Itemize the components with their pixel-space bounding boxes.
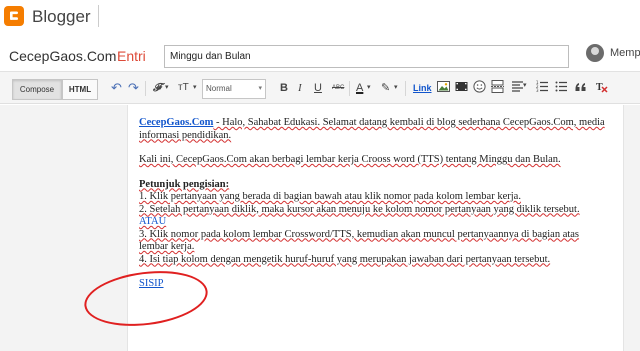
sisip-link[interactable]: SISIP xyxy=(139,278,164,289)
description-paragraph: Kali ini, CecepGaos.Com akan berbagi lem… xyxy=(139,154,561,165)
title-bar: CecepGaos.Com · Entri Mempos xyxy=(0,36,640,72)
blog-name[interactable]: CecepGaos.Com xyxy=(9,48,116,64)
post-editor[interactable]: CecepGaos.Com - Halo, Sahabat Edukasi. S… xyxy=(127,105,624,351)
avatar[interactable] xyxy=(586,44,604,62)
emoji-icon[interactable] xyxy=(473,80,486,97)
intro-paragraph: CecepGaos.Com - Halo, Sahabat Edukasi. S… xyxy=(139,117,607,142)
chevron-down-icon: ▾ xyxy=(258,85,262,92)
numbered-list-icon[interactable]: 123 xyxy=(536,80,549,97)
redo-icon[interactable]: ↷ xyxy=(128,81,139,95)
jump-break-icon[interactable] xyxy=(491,80,504,97)
toolbar-divider xyxy=(349,81,350,96)
blogger-logo-icon[interactable] xyxy=(4,6,24,26)
user-name[interactable]: Mempos xyxy=(610,47,640,59)
link-button[interactable]: Link xyxy=(413,81,432,95)
instruction-step: 3. Klik nomor pada kolom lembar Crosswor… xyxy=(139,228,580,253)
underline-button[interactable]: U xyxy=(314,81,322,95)
toolbar-divider xyxy=(405,81,406,96)
text-color-button[interactable]: A xyxy=(356,81,363,95)
instruction-step: 2. Setelah pertanyaan diklik, maka kurso… xyxy=(139,203,580,215)
sisip-paragraph: SISIP xyxy=(139,278,607,291)
instructions-heading-text: Petunjuk pengisian: xyxy=(139,178,230,190)
strikethrough-button[interactable]: ABC xyxy=(332,81,344,95)
blog-link[interactable]: CecepGaos.Com xyxy=(139,117,213,128)
image-icon[interactable] xyxy=(437,80,450,97)
undo-icon[interactable]: ↶ xyxy=(111,81,122,95)
top-bar: Blogger xyxy=(0,0,640,36)
post-content[interactable]: CecepGaos.Com - Halo, Sahabat Edukasi. S… xyxy=(139,117,607,291)
entry-label: Entri xyxy=(117,48,146,64)
toolbar-divider xyxy=(145,81,146,96)
app-brand[interactable]: Blogger xyxy=(32,7,91,27)
divider xyxy=(98,5,99,27)
chevron-down-icon[interactable]: ▾ xyxy=(367,81,371,95)
title-separator: · xyxy=(109,48,114,64)
bold-button[interactable]: B xyxy=(280,81,288,95)
quote-icon[interactable] xyxy=(574,80,587,97)
atau-text: ATAU xyxy=(139,216,167,227)
post-title-input[interactable] xyxy=(164,45,569,68)
format-select-value: Normal xyxy=(206,84,232,93)
video-icon[interactable] xyxy=(455,80,468,97)
font-family-icon[interactable]: 𝓕 xyxy=(153,81,161,95)
editor-toolbar: Compose HTML ↶ ↷ 𝓕 ▾ ᴛT ▾ Normal ▾ B I U… xyxy=(0,72,640,104)
html-mode-button[interactable]: HTML xyxy=(62,79,98,100)
instruction-step: 4. Isi tiap kolom dengan mengetik huruf-… xyxy=(139,253,551,265)
chevron-down-icon[interactable]: ▾ xyxy=(523,79,527,93)
remove-formatting-icon[interactable]: T xyxy=(595,80,608,97)
chevron-down-icon[interactable]: ▾ xyxy=(193,81,197,95)
font-size-icon[interactable]: ᴛT xyxy=(178,81,189,95)
bulleted-list-icon[interactable] xyxy=(555,80,568,97)
compose-mode-button[interactable]: Compose xyxy=(12,79,62,100)
chevron-down-icon[interactable]: ▾ xyxy=(394,81,398,95)
italic-button[interactable]: I xyxy=(298,81,302,95)
instructions-heading: Petunjuk pengisian: xyxy=(139,179,607,192)
chevron-down-icon[interactable]: ▾ xyxy=(165,81,169,95)
format-select[interactable]: Normal ▾ xyxy=(202,79,266,99)
highlight-icon[interactable]: ✎ xyxy=(381,81,390,95)
svg-text:3: 3 xyxy=(536,88,539,93)
instruction-step: 1. Klik pertanyaan yang berada di bagian… xyxy=(139,191,521,202)
